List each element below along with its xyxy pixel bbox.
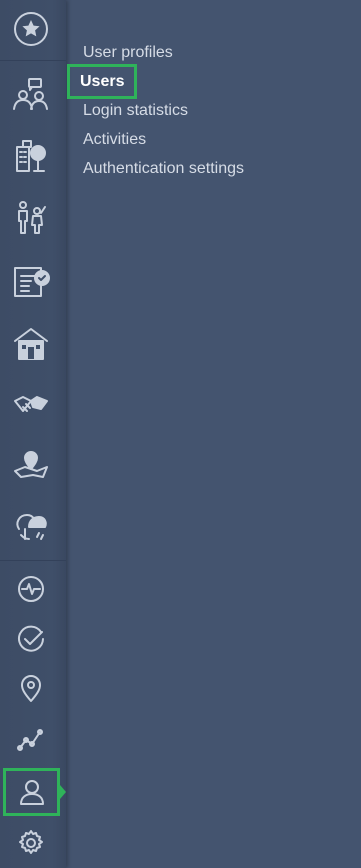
community-chat-icon xyxy=(13,78,48,110)
monitoring-button[interactable] xyxy=(0,564,62,614)
handshake-icon xyxy=(14,396,48,412)
tasks-button[interactable] xyxy=(0,614,62,664)
active-indicator xyxy=(60,785,66,799)
settings-button[interactable] xyxy=(0,818,62,868)
map-button[interactable] xyxy=(0,440,62,490)
city-trees-icon xyxy=(16,140,46,172)
menu-item-login-statistics[interactable]: Login statistics xyxy=(73,96,333,125)
map-pin-icon xyxy=(14,451,48,478)
check-circle-icon xyxy=(18,625,44,652)
forms-button[interactable] xyxy=(0,255,62,305)
trend-line-icon xyxy=(17,729,43,751)
activity-pulse-icon xyxy=(18,576,44,602)
users-submenu: User profiles Users Login statistics Act… xyxy=(66,38,333,183)
location-pin-icon xyxy=(21,675,41,702)
checklist-form-icon xyxy=(14,267,50,297)
users-button[interactable] xyxy=(3,768,60,816)
menu-item-activities[interactable]: Activities xyxy=(73,125,333,154)
user-icon xyxy=(19,780,44,805)
star-icon xyxy=(14,12,48,46)
favorites-button[interactable] xyxy=(0,4,62,54)
settings-gear-icon xyxy=(19,830,43,854)
statistics-button[interactable] xyxy=(0,714,62,764)
locations-button[interactable] xyxy=(0,664,62,714)
city-button[interactable] xyxy=(0,130,62,180)
family-icon xyxy=(18,201,46,234)
menu-item-users[interactable]: Users xyxy=(66,64,138,99)
community-button[interactable] xyxy=(0,70,62,120)
partners-button[interactable] xyxy=(0,380,62,430)
housing-button[interactable] xyxy=(0,318,62,368)
sidebar-rail xyxy=(0,0,66,868)
family-button[interactable] xyxy=(0,192,62,242)
house-icon xyxy=(14,328,48,360)
environment-button[interactable] xyxy=(0,502,62,552)
weather-icon xyxy=(16,514,47,540)
menu-item-authentication-settings[interactable]: Authentication settings xyxy=(73,154,333,183)
menu-item-user-profiles[interactable]: User profiles xyxy=(73,38,333,67)
